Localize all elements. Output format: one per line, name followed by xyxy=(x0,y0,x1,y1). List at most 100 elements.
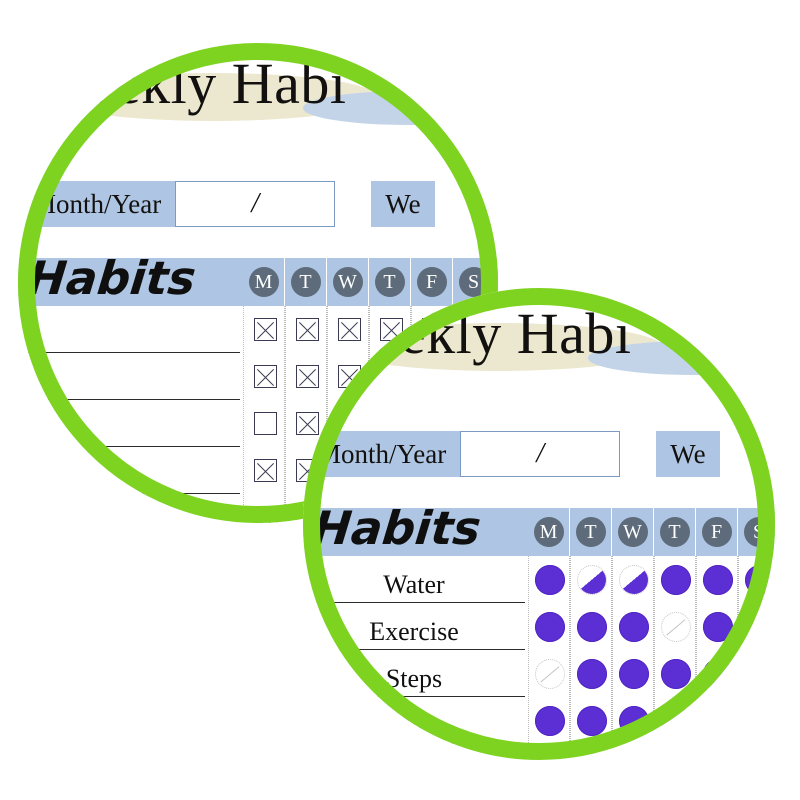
habit-name-row[interactable]: Sleep xyxy=(303,744,525,760)
tracker-cell[interactable] xyxy=(655,744,697,760)
habit-name-row[interactable] xyxy=(18,400,240,447)
tracker-cell[interactable] xyxy=(529,697,571,744)
habit-dot-half-icon[interactable] xyxy=(745,611,775,642)
habit-dot-half-icon[interactable] xyxy=(535,752,565,760)
habit-dot-full-icon[interactable] xyxy=(619,752,649,760)
tracker-cell[interactable] xyxy=(244,400,286,447)
day-pill-f: F xyxy=(701,517,732,547)
habit-name-row[interactable] xyxy=(18,447,240,494)
habit-name-row[interactable] xyxy=(18,494,240,523)
habit-dot-full-icon[interactable] xyxy=(661,564,691,595)
habit-name-row[interactable]: Exercise xyxy=(303,603,525,650)
habit-name-row[interactable]: Steps xyxy=(303,650,525,697)
tracker-cell[interactable] xyxy=(739,603,775,650)
magnifier-bubble-two: Weekly Habi Month/Year / We Habits M T W… xyxy=(303,288,775,760)
tracker-cell[interactable] xyxy=(244,494,286,523)
habit-dot-full-icon[interactable] xyxy=(703,705,733,736)
tracker-cell[interactable] xyxy=(655,650,697,697)
tracker-cell[interactable] xyxy=(613,744,655,760)
tracker-grid-two[interactable] xyxy=(528,556,775,760)
habit-dot-full-icon[interactable] xyxy=(577,658,607,689)
habit-dot-half-icon[interactable] xyxy=(577,564,607,595)
tracker-cell[interactable] xyxy=(613,556,655,603)
tracker-cell[interactable] xyxy=(571,603,613,650)
tracker-cell[interactable] xyxy=(529,650,571,697)
day-header-cell[interactable]: S xyxy=(738,508,775,556)
day-header-cell[interactable]: T xyxy=(570,508,612,556)
day-header-cell[interactable]: M xyxy=(528,508,570,556)
tracker-cell[interactable] xyxy=(571,556,613,603)
month-year-input-one[interactable]: / xyxy=(175,181,336,227)
tracker-cell[interactable] xyxy=(571,744,613,760)
day-pill-s1: S xyxy=(743,517,774,547)
habit-dot-half-icon[interactable] xyxy=(619,564,649,595)
habit-name-row[interactable] xyxy=(18,306,240,353)
habit-dot-full-icon[interactable] xyxy=(745,564,775,595)
habit-dot-full-icon[interactable] xyxy=(619,658,649,689)
habit-name-row[interactable]: Water xyxy=(303,556,525,603)
habit-dot-full-icon[interactable] xyxy=(661,705,691,736)
tracker-cell[interactable] xyxy=(739,697,775,744)
day-pill-t1: T xyxy=(575,517,606,547)
tracker-cell[interactable] xyxy=(655,603,697,650)
habit-name-row[interactable] xyxy=(18,353,240,400)
day-pill-t2: T xyxy=(659,517,690,547)
checkbox-checked-icon[interactable] xyxy=(253,459,277,482)
month-year-label-one: Month/Year xyxy=(32,188,162,219)
habit-dot-empty-icon[interactable] xyxy=(661,611,691,642)
tracker-cell[interactable] xyxy=(655,697,697,744)
habit-dot-empty-icon[interactable] xyxy=(703,752,733,760)
habit-dot-full-icon[interactable] xyxy=(535,611,565,642)
tracker-cell[interactable] xyxy=(244,353,286,400)
habit-dot-full-icon[interactable] xyxy=(535,564,565,595)
tracker-cell[interactable] xyxy=(244,447,286,494)
tracker-cell[interactable] xyxy=(571,697,613,744)
habit-dot-full-icon[interactable] xyxy=(745,752,775,760)
habit-name-row[interactable]: Diet xyxy=(303,697,525,744)
tracker-cell[interactable] xyxy=(697,556,739,603)
habit-dot-full-icon[interactable] xyxy=(535,705,565,736)
tracker-cell[interactable] xyxy=(697,744,739,760)
checkbox-checked-icon[interactable] xyxy=(253,318,277,341)
day-header-cell[interactable]: T xyxy=(654,508,696,556)
habit-dot-full-icon[interactable] xyxy=(619,705,649,736)
habit-dot-full-icon[interactable] xyxy=(745,658,775,689)
habit-dot-full-icon[interactable] xyxy=(661,658,691,689)
month-year-value-two: / xyxy=(536,438,545,469)
tracker-cell[interactable] xyxy=(739,744,775,760)
habit-dot-full-icon[interactable] xyxy=(745,705,775,736)
checkbox-empty-icon[interactable] xyxy=(253,412,277,435)
tracker-cell[interactable] xyxy=(697,697,739,744)
tracker-cell[interactable] xyxy=(613,650,655,697)
tracker-cell[interactable] xyxy=(697,603,739,650)
habits-label-two: Habits xyxy=(310,501,484,555)
habit-dot-full-icon[interactable] xyxy=(703,564,733,595)
tracker-cell[interactable] xyxy=(529,744,571,760)
day-header-row-two: M T W T F S S xyxy=(528,508,775,556)
tracker-cell[interactable] xyxy=(613,603,655,650)
tracker-cell[interactable] xyxy=(739,556,775,603)
habit-dot-full-icon[interactable] xyxy=(661,752,691,760)
habit-dot-full-icon[interactable] xyxy=(577,611,607,642)
tracker-cell[interactable] xyxy=(529,556,571,603)
tracker-cell[interactable] xyxy=(571,650,613,697)
checkbox-checked-icon[interactable] xyxy=(253,365,277,388)
habit-dot-empty-icon[interactable] xyxy=(577,752,607,760)
tracker-cell[interactable] xyxy=(739,650,775,697)
month-year-input-two[interactable]: / xyxy=(460,431,621,477)
tracker-cell[interactable] xyxy=(529,603,571,650)
habit-dot-full-icon[interactable] xyxy=(577,705,607,736)
checkbox-checked-icon[interactable] xyxy=(253,506,277,523)
habit-dot-empty-icon[interactable] xyxy=(535,658,565,689)
day-header-cell[interactable]: F xyxy=(696,508,738,556)
tracker-cell[interactable] xyxy=(244,306,286,353)
habit-dot-full-icon[interactable] xyxy=(619,611,649,642)
tracker-cell[interactable] xyxy=(613,697,655,744)
tracker-cell[interactable] xyxy=(697,650,739,697)
habit-dot-full-icon[interactable] xyxy=(703,658,733,689)
day-pill-w: W xyxy=(617,517,648,547)
habit-dot-full-icon[interactable] xyxy=(703,611,733,642)
tracker-cell[interactable] xyxy=(655,556,697,603)
day-header-cell[interactable]: W xyxy=(612,508,654,556)
day-header-cell[interactable]: M xyxy=(243,258,285,306)
